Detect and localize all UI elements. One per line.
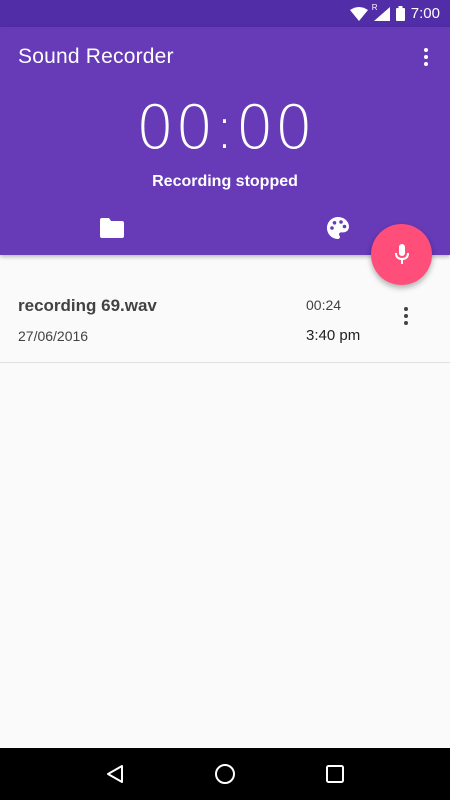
- battery-icon: [395, 6, 405, 21]
- wifi-icon: [349, 6, 368, 21]
- item-options-icon-dot: [404, 321, 408, 325]
- home-icon: [215, 764, 235, 784]
- record-button[interactable]: [371, 224, 432, 285]
- overflow-menu-icon-dot: [424, 62, 428, 66]
- home-button[interactable]: [205, 754, 245, 794]
- back-button[interactable]: [95, 754, 135, 794]
- recording-date: 27/06/2016: [18, 328, 89, 344]
- signal-icon: R: [372, 3, 390, 21]
- tab-themes[interactable]: [318, 215, 358, 241]
- tab-recordings[interactable]: [92, 215, 132, 241]
- recording-duration: 00:24: [306, 297, 342, 313]
- item-options-icon: [404, 307, 408, 311]
- overflow-menu-icon-dot: [424, 55, 428, 59]
- back-icon: [107, 765, 123, 783]
- folder-icon: [100, 218, 124, 238]
- status-time: 7:00: [410, 5, 440, 22]
- status-bar: R 7:00: [0, 0, 450, 27]
- overflow-menu-button[interactable]: [414, 45, 438, 69]
- item-options-button[interactable]: [394, 304, 418, 328]
- app-header: Sound Recorder 00:00 Recording stopped: [0, 27, 450, 255]
- item-options-icon-dot: [404, 314, 408, 318]
- overflow-menu-icon: [424, 48, 428, 52]
- roaming-badge: R: [371, 2, 378, 12]
- recording-timer: 00:00: [136, 93, 314, 163]
- recents-button[interactable]: [315, 754, 355, 794]
- recording-status: Recording stopped: [152, 173, 298, 190]
- navigation-bar: [0, 748, 450, 800]
- app-title: Sound Recorder: [18, 45, 174, 68]
- recording-name: recording 69.wav: [18, 296, 157, 315]
- palette-icon: [327, 217, 349, 239]
- microphone-icon: [394, 243, 409, 264]
- recents-icon: [326, 765, 344, 783]
- recording-time: 3:40 pm: [306, 327, 361, 344]
